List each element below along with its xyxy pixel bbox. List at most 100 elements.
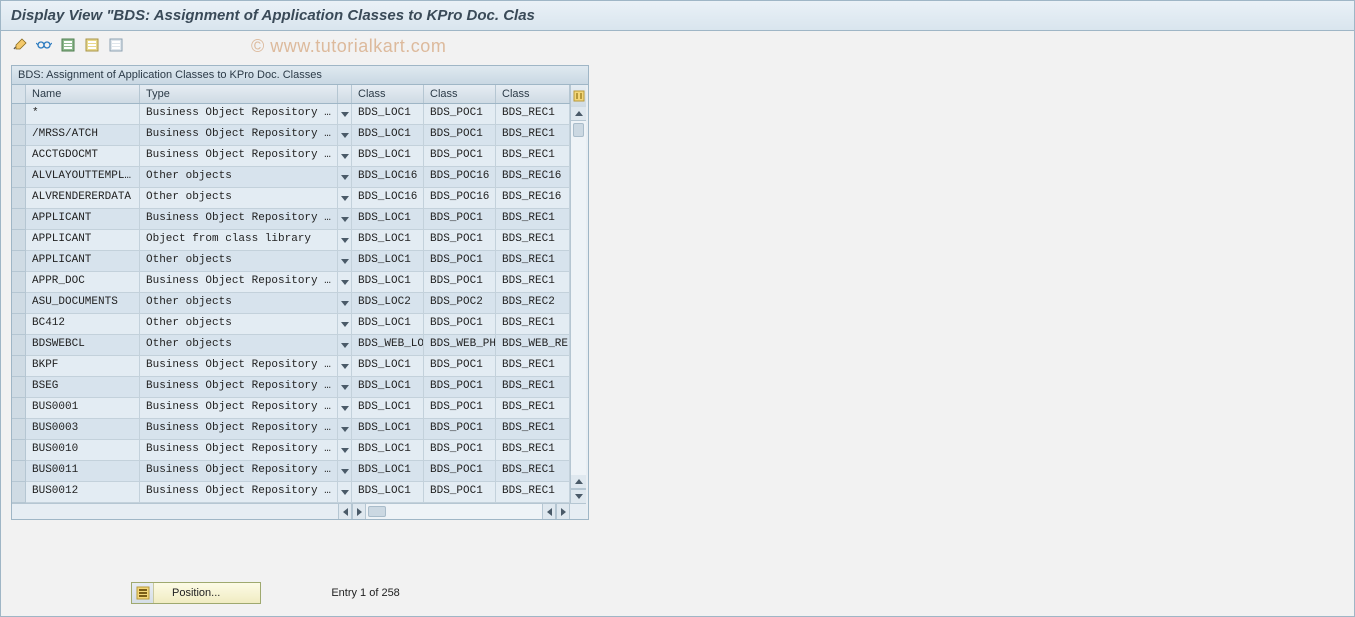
cell-class3[interactable]: BDS_REC1 [496,482,570,503]
cell-name[interactable]: * [26,104,140,125]
cell-class2[interactable]: BDS_POC1 [424,125,496,146]
cell-class3[interactable]: BDS_REC1 [496,125,570,146]
cell-class2[interactable]: BDS_POC1 [424,356,496,377]
cell-name[interactable]: BSEG [26,377,140,398]
cell-class1[interactable]: BDS_LOC1 [352,251,424,272]
cell-class3[interactable]: BDS_REC1 [496,398,570,419]
configure-columns-button[interactable] [570,85,586,107]
cell-name[interactable]: APPLICANT [26,209,140,230]
row-selector[interactable] [12,293,26,314]
cell-name[interactable]: BC412 [26,314,140,335]
cell-type[interactable]: Other objects [140,335,338,356]
cell-class2[interactable]: BDS_POC1 [424,461,496,482]
cell-class1[interactable]: BDS_LOC1 [352,230,424,251]
cell-name[interactable]: ALVLAYOUTTEMPL… [26,167,140,188]
cell-class1[interactable]: BDS_LOC1 [352,440,424,461]
cell-class1[interactable]: BDS_LOC1 [352,272,424,293]
cell-class1[interactable]: BDS_LOC2 [352,293,424,314]
table-row[interactable]: ALVRENDERERDATAOther objectsBDS_LOC16BDS… [12,188,570,209]
table-row[interactable]: BC412Other objectsBDS_LOC1BDS_POC1BDS_RE… [12,314,570,335]
hscroll-left-button[interactable] [338,504,352,519]
type-dropdown-button[interactable] [338,188,352,209]
cell-name[interactable]: BUS0003 [26,419,140,440]
cell-class1[interactable]: BDS_LOC1 [352,398,424,419]
select-block-button[interactable] [59,36,77,54]
table-row[interactable]: ACCTGDOCMTBusiness Object Repository … BD… [12,146,570,167]
cell-name[interactable]: ALVRENDERERDATA [26,188,140,209]
cell-type[interactable]: Object from class library [140,230,338,251]
hscroll-left2-button[interactable] [542,504,556,519]
cell-type[interactable]: Business Object Repository … [140,377,338,398]
cell-class2[interactable]: BDS_POC1 [424,314,496,335]
row-selector[interactable] [12,230,26,251]
type-dropdown-button[interactable] [338,398,352,419]
position-button[interactable]: Position... [131,582,261,604]
table-row[interactable]: APPLICANTBusiness Object Repository …BDS… [12,209,570,230]
cell-class2[interactable]: BDS_POC1 [424,209,496,230]
vscroll-down-button[interactable] [571,489,586,503]
table-row[interactable]: APPLICANTOther objectsBDS_LOC1BDS_POC1BD… [12,251,570,272]
cell-name[interactable]: BKPF [26,356,140,377]
type-dropdown-button[interactable] [338,377,352,398]
cell-class3[interactable]: BDS_REC1 [496,314,570,335]
cell-name[interactable]: ACCTGDOCMT [26,146,140,167]
cell-class2[interactable]: BDS_POC1 [424,272,496,293]
type-dropdown-button[interactable] [338,461,352,482]
cell-class3[interactable]: BDS_REC1 [496,209,570,230]
cell-class1[interactable]: BDS_LOC1 [352,482,424,503]
vscroll-track[interactable] [571,121,586,475]
row-selector[interactable] [12,440,26,461]
cell-class2[interactable]: BDS_POC1 [424,419,496,440]
row-selector[interactable] [12,461,26,482]
type-dropdown-button[interactable] [338,272,352,293]
cell-class3[interactable]: BDS_REC1 [496,419,570,440]
cell-type[interactable]: Business Object Repository … [140,272,338,293]
cell-type[interactable]: Business Object Repository … [140,419,338,440]
row-selector[interactable] [12,167,26,188]
type-dropdown-button[interactable] [338,230,352,251]
display-button[interactable] [35,36,53,54]
table-row[interactable]: ALVLAYOUTTEMPL…Other objectsBDS_LOC16BDS… [12,167,570,188]
row-selector[interactable] [12,419,26,440]
cell-name[interactable]: BUS0010 [26,440,140,461]
cell-class1[interactable]: BDS_LOC1 [352,314,424,335]
cell-type[interactable]: Other objects [140,167,338,188]
cell-class3[interactable]: BDS_REC16 [496,167,570,188]
cell-class3[interactable]: BDS_WEB_RE [496,335,570,356]
vscroll-up-button[interactable] [571,107,586,121]
row-selector[interactable] [12,335,26,356]
cell-class3[interactable]: BDS_REC2 [496,293,570,314]
table-row[interactable]: BSEGBusiness Object Repository …BDS_LOC1… [12,377,570,398]
cell-name[interactable]: APPLICANT [26,230,140,251]
row-selector[interactable] [12,125,26,146]
row-selector[interactable] [12,356,26,377]
type-dropdown-button[interactable] [338,482,352,503]
cell-class1[interactable]: BDS_LOC1 [352,461,424,482]
table-row[interactable]: *Business Object Repository …BDS_LOC1BDS… [12,104,570,125]
hscroll-right2-button[interactable] [556,504,570,519]
table-row[interactable]: BUS0011Business Object Repository …BDS_L… [12,461,570,482]
row-selector[interactable] [12,146,26,167]
table-row[interactable]: BUS0010Business Object Repository …BDS_L… [12,440,570,461]
cell-class1[interactable]: BDS_LOC1 [352,419,424,440]
cell-type[interactable]: Business Object Repository … [140,482,338,503]
cell-class3[interactable]: BDS_REC1 [496,104,570,125]
cell-name[interactable]: /MRSS/ATCH [26,125,140,146]
cell-class1[interactable]: BDS_LOC1 [352,356,424,377]
cell-class1[interactable]: BDS_LOC1 [352,146,424,167]
cell-class2[interactable]: BDS_WEB_PH [424,335,496,356]
table-row[interactable]: APPLICANTObject from class library BDS_LO… [12,230,570,251]
type-dropdown-button[interactable] [338,356,352,377]
type-dropdown-button[interactable] [338,314,352,335]
col-header-class2[interactable]: Class [424,85,496,103]
select-all-button[interactable] [83,36,101,54]
toggle-change-mode-button[interactable] [11,36,29,54]
cell-type[interactable]: Other objects [140,188,338,209]
cell-type[interactable]: Business Object Repository … [140,146,338,167]
hscroll-track[interactable] [366,504,542,519]
type-dropdown-button[interactable] [338,419,352,440]
table-row[interactable]: BUS0003Business Object Repository … BDS_L… [12,419,570,440]
cell-class2[interactable]: BDS_POC1 [424,440,496,461]
cell-class3[interactable]: BDS_REC1 [496,440,570,461]
cell-class3[interactable]: BDS_REC1 [496,377,570,398]
